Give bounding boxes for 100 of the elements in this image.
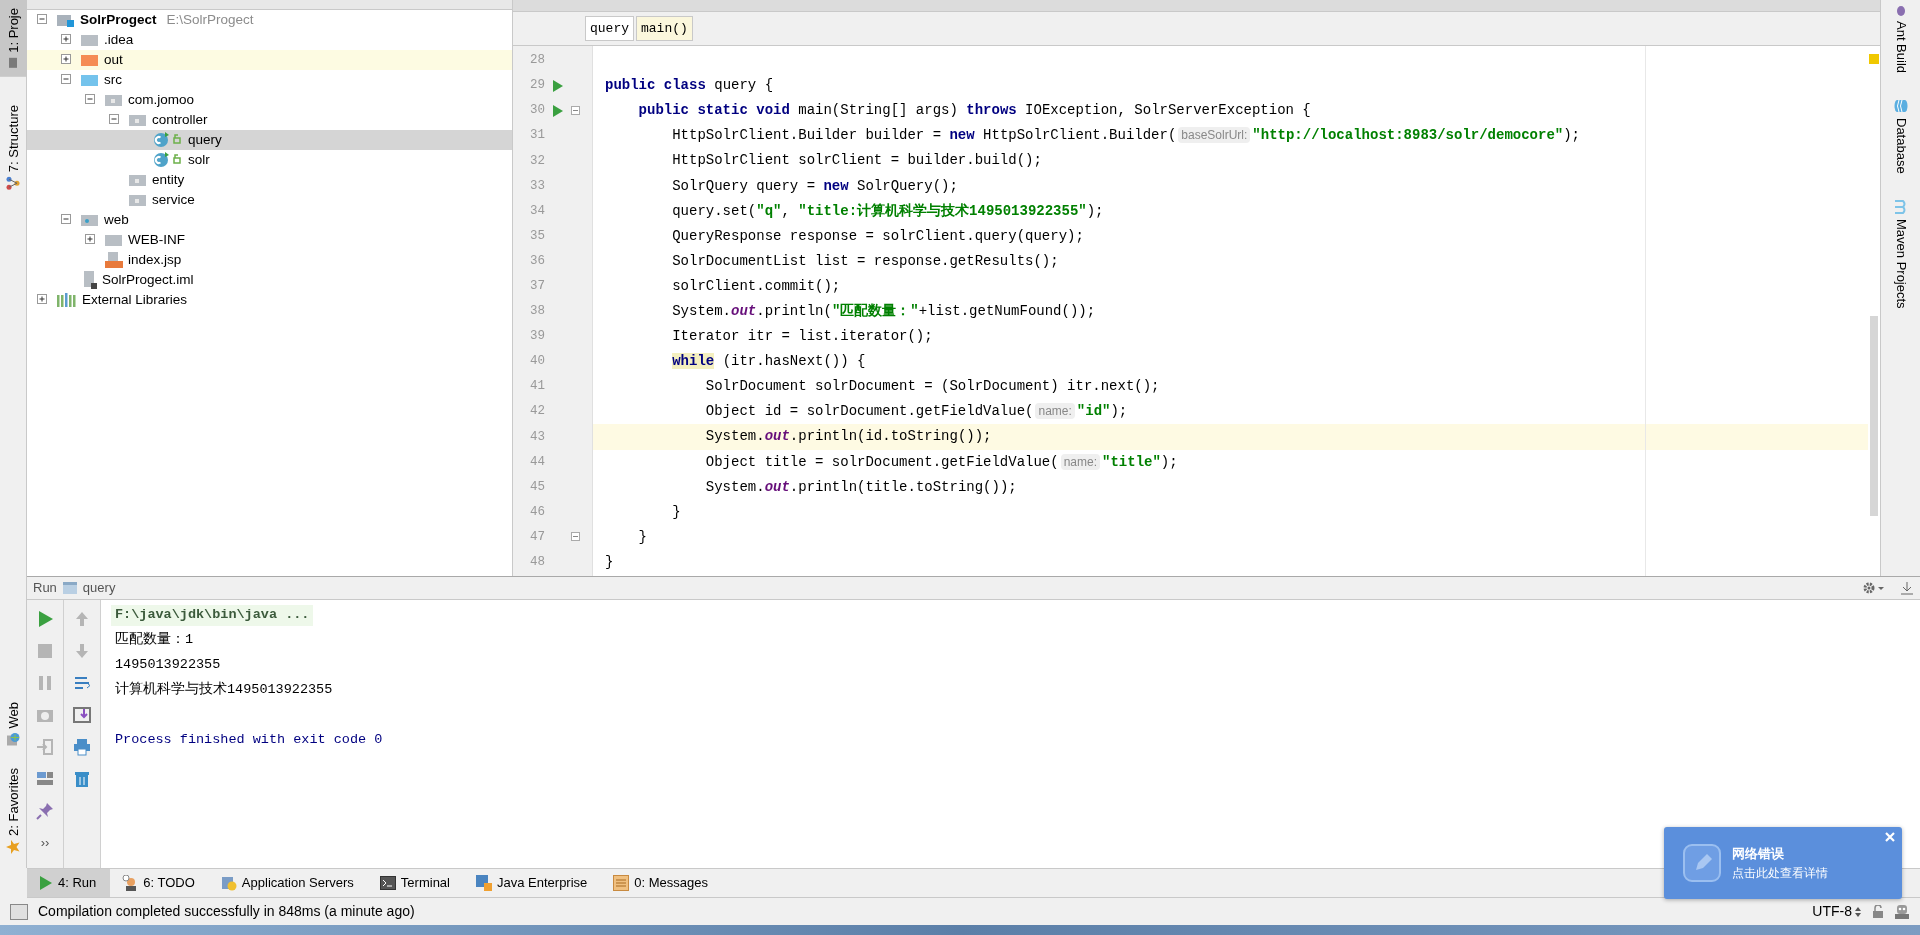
libraries-icon bbox=[57, 293, 77, 307]
run-icon bbox=[39, 875, 53, 891]
collapse-icon[interactable] bbox=[61, 74, 73, 86]
enterprise-icon bbox=[476, 875, 492, 891]
folder-icon bbox=[81, 33, 99, 47]
line-number: 28 bbox=[529, 52, 545, 70]
database-icon bbox=[1894, 99, 1908, 114]
tool-window-tab[interactable]: 6: TODO bbox=[110, 869, 209, 897]
terminal-icon bbox=[379, 876, 396, 890]
messages-icon bbox=[613, 875, 630, 891]
folder-icon bbox=[7, 56, 20, 69]
line-number: 35 bbox=[529, 227, 545, 245]
tree-item[interactable]: src bbox=[104, 69, 122, 91]
tree-item[interactable]: WEB-INF bbox=[128, 229, 185, 251]
line-number: 37 bbox=[529, 278, 545, 295]
expand-icon[interactable] bbox=[37, 294, 49, 306]
fold-icon[interactable] bbox=[571, 532, 581, 543]
code-line: while (itr.hasNext()) { bbox=[671, 352, 866, 372]
folder-icon bbox=[81, 53, 99, 67]
run-config-icon bbox=[62, 582, 77, 594]
tree-item[interactable]: web bbox=[104, 209, 129, 231]
collapse-icon[interactable] bbox=[85, 94, 97, 106]
line-number: 34 bbox=[529, 202, 545, 220]
tree-item[interactable]: controller bbox=[152, 109, 208, 131]
folder-icon bbox=[81, 73, 99, 87]
expand-icon[interactable] bbox=[85, 234, 97, 246]
collapse-icon[interactable] bbox=[37, 14, 49, 26]
tool-window-tab[interactable]: 2: Favorites bbox=[0, 760, 27, 862]
code-line: public static void main(String[] args) throws IOException, SolrServerException { bbox=[637, 101, 1311, 121]
code-line: } bbox=[671, 502, 681, 522]
collapse-icon[interactable] bbox=[61, 214, 73, 226]
tree-item[interactable]: index.jsp bbox=[128, 249, 182, 271]
web-folder-icon bbox=[81, 213, 99, 227]
lock-icon bbox=[1872, 904, 1884, 919]
tree-item[interactable]: com.jomoo bbox=[128, 89, 195, 111]
module-file-icon bbox=[81, 271, 97, 289]
package-icon bbox=[129, 173, 147, 187]
tree-item[interactable]: entity bbox=[152, 169, 185, 191]
code-line: SolrDocument solrDocument = (SolrDocument) itr.next(); bbox=[704, 377, 1160, 397]
close-icon bbox=[1884, 831, 1896, 843]
notification-text: 点击此处查看详情 bbox=[1732, 864, 1828, 882]
tool-window-tab[interactable]: Database bbox=[1881, 93, 1920, 180]
line-number: 31 bbox=[529, 127, 545, 145]
line-number: 39 bbox=[529, 328, 545, 346]
scroll-to-end-icon bbox=[72, 705, 92, 725]
code-line: System.out.println(id.toString()); bbox=[704, 427, 992, 447]
fold-icon[interactable] bbox=[571, 105, 581, 116]
tool-window-tab[interactable]: Terminal bbox=[367, 869, 464, 897]
tool-window-tab[interactable]: 1: Proje bbox=[0, 0, 27, 77]
jsp-file-icon bbox=[105, 252, 123, 268]
line-number: 32 bbox=[529, 152, 545, 170]
tree-item[interactable]: solr bbox=[188, 149, 210, 171]
settings-icon[interactable] bbox=[1862, 581, 1884, 595]
tool-window-tab[interactable]: Maven Projects bbox=[1881, 193, 1920, 315]
breadcrumb[interactable]: main() bbox=[636, 15, 693, 42]
line-number: 41 bbox=[529, 378, 545, 396]
tree-item[interactable]: service bbox=[152, 189, 195, 211]
line-number: 38 bbox=[529, 303, 545, 321]
server-icon bbox=[220, 875, 237, 891]
tree-item[interactable]: External Libraries bbox=[82, 289, 188, 311]
inspector-icon bbox=[1894, 903, 1910, 920]
tree-item[interactable]: SolrProgect bbox=[80, 9, 157, 31]
status-message: Compilation completed successfully in 848ms (a minute ago) bbox=[38, 902, 415, 921]
tool-window-tab[interactable]: 4: Run bbox=[27, 869, 111, 897]
line-number: 48 bbox=[529, 554, 545, 572]
collapse-icon[interactable] bbox=[109, 114, 121, 126]
tool-window-tab[interactable]: Application Servers bbox=[208, 869, 368, 897]
line-number: 40 bbox=[529, 353, 545, 371]
module-folder-icon bbox=[57, 13, 75, 27]
print-icon bbox=[72, 737, 92, 757]
close-button[interactable] bbox=[1884, 831, 1896, 843]
scrollbar-thumb[interactable] bbox=[1870, 316, 1878, 516]
more-button[interactable]: ›› bbox=[32, 830, 58, 856]
line-number: 45 bbox=[529, 478, 545, 496]
maven-icon bbox=[1894, 199, 1908, 214]
expand-icon[interactable] bbox=[61, 34, 73, 46]
tool-window-tab[interactable]: Web bbox=[0, 693, 27, 755]
pin-icon bbox=[35, 801, 55, 821]
tree-item[interactable]: out bbox=[104, 49, 123, 71]
console-line: 1495013922355 bbox=[115, 656, 221, 675]
hide-icon[interactable] bbox=[1900, 581, 1914, 595]
tree-item[interactable]: .idea bbox=[104, 29, 134, 51]
project-path: E:\SolrProgect bbox=[166, 10, 254, 29]
tool-window-tab[interactable]: Java Enterprise bbox=[464, 869, 602, 897]
tree-item[interactable]: query bbox=[188, 129, 222, 151]
code-line: SolrQuery query = new SolrQuery(); bbox=[671, 176, 958, 196]
tool-window-tab[interactable]: 7: Structure bbox=[0, 96, 27, 198]
breadcrumb[interactable]: query bbox=[585, 15, 634, 42]
tree-item[interactable]: SolrProgect.iml bbox=[102, 269, 194, 291]
pencil-icon bbox=[1682, 843, 1722, 883]
line-number: 44 bbox=[529, 453, 545, 471]
tool-window-tab[interactable]: Ant Build bbox=[1881, 0, 1920, 80]
code-line: Iterator itr = list.iterator(); bbox=[671, 327, 933, 347]
expand-icon[interactable] bbox=[61, 54, 73, 66]
run-icon[interactable] bbox=[552, 78, 564, 93]
console-line: 计算机科学与技术1495013922355 bbox=[115, 680, 333, 700]
encoding-selector[interactable]: UTF-8 bbox=[1812, 901, 1852, 922]
run-icon[interactable] bbox=[552, 103, 564, 118]
tool-window-tab[interactable]: 0: Messages bbox=[601, 869, 722, 897]
console-line: 匹配数量：1 bbox=[115, 631, 194, 650]
